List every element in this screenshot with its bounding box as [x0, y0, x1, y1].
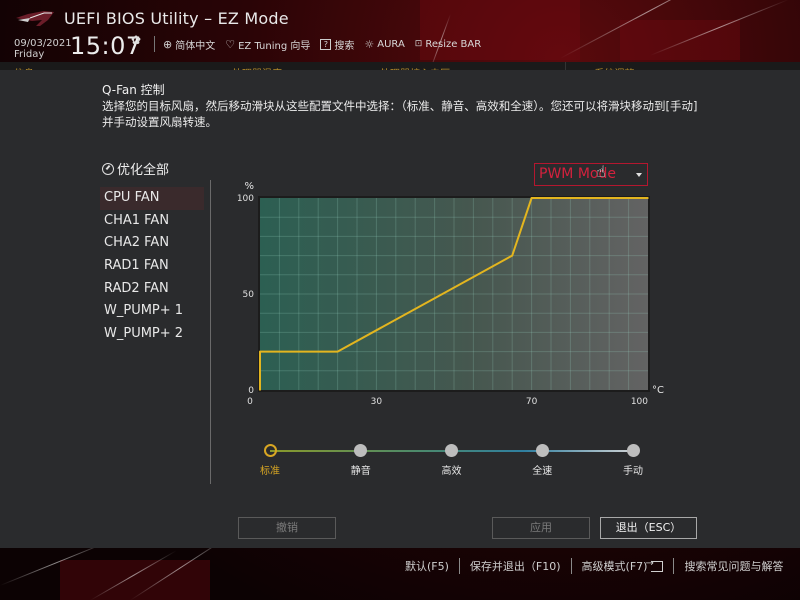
aura-button[interactable]: ☼ AURA	[364, 39, 404, 50]
x-tick-label: 30	[371, 397, 383, 407]
fan-curve-point	[259, 350, 261, 353]
profile-node[interactable]	[626, 444, 640, 457]
y-tick-label: 0	[248, 386, 254, 396]
fan-list-item[interactable]: CHA2 FAN	[100, 232, 204, 255]
date: 09/03/2021	[14, 38, 72, 49]
profile-label: 手动	[623, 466, 643, 477]
toolbar: ⊕ 简体中文 ♡ EZ Tuning 向导 ? 搜索 ☼ AURA ⊡ Resi…	[163, 37, 481, 52]
header-divider	[154, 36, 155, 52]
globe-icon: ⊕	[163, 38, 173, 51]
app-title: UEFI BIOS Utility – EZ Mode	[64, 9, 289, 28]
profile-label: 静音	[350, 466, 371, 477]
date-display: 09/03/2021 Friday	[14, 38, 72, 60]
profile-node[interactable]	[354, 444, 368, 457]
language-label: 简体中文	[175, 41, 216, 52]
fan-curve-point	[511, 254, 513, 257]
faq-search-label: 搜索常见问题与解答	[684, 560, 784, 573]
x-axis-label: °C	[652, 385, 664, 396]
ez-tuning-label: EZ Tuning 向导	[238, 41, 311, 52]
fan-profile-slider[interactable]: 标准 静音 高效 全速 手动	[240, 442, 660, 482]
exit-button[interactable]: 退出（ESC）	[600, 517, 697, 539]
footer-bar: 默认(F5) 保存并退出（F10) 高级模式(F7) 搜索常见问题与解答	[395, 558, 793, 574]
fan-list: CPU FAN CHA1 FAN CHA2 FAN RAD1 FAN RAD2 FAN W…	[100, 187, 204, 346]
optimize-all-label: 优化全部	[117, 163, 170, 178]
faq-search-button[interactable]: 搜索常见问题与解答	[674, 558, 793, 574]
x-tick-label: 0	[247, 397, 253, 407]
gear-icon[interactable]: ✿	[131, 33, 141, 47]
language-button[interactable]: ⊕ 简体中文	[163, 37, 215, 52]
aura-icon: ☼	[364, 38, 375, 51]
x-tick-label: 100	[631, 397, 648, 407]
fan-list-item[interactable]: W_PUMP+ 1	[100, 300, 204, 323]
resize-bar-label: Resize BAR	[425, 39, 482, 50]
rog-logo	[16, 11, 54, 26]
optimize-all-button[interactable]: 优化全部	[102, 159, 169, 178]
y-tick-label: 50	[243, 290, 255, 300]
advanced-mode-button[interactable]: 高级模式(F7)	[572, 558, 674, 574]
lightbulb-icon: ♡	[225, 38, 236, 51]
fan-curve-point	[259, 389, 261, 391]
fan-list-item[interactable]: RAD1 FAN	[100, 255, 204, 278]
fan-curve-point	[647, 197, 649, 199]
fan-list-item[interactable]: W_PUMP+ 2	[100, 323, 204, 346]
fan-curve-point	[336, 350, 339, 353]
profile-label: 高效	[441, 466, 462, 477]
save-exit-button[interactable]: 保存并退出（F10)	[460, 558, 571, 574]
fan-curve-chart[interactable]: 0 50 100 0 30 70 100% °C	[230, 170, 670, 420]
x-tick-label: 70	[526, 397, 538, 407]
fan-list-item[interactable]: CHA1 FAN	[100, 210, 204, 233]
resize-bar-button[interactable]: ⊡ Resize BAR	[415, 39, 481, 50]
profile-node[interactable]	[445, 444, 458, 457]
switch-mode-icon	[645, 558, 664, 572]
fan-list-item[interactable]: CPU FAN	[100, 187, 204, 210]
aura-label: AURA	[377, 39, 405, 50]
gauge-icon	[102, 162, 114, 175]
ez-tuning-button[interactable]: ♡ EZ Tuning 向导	[225, 37, 310, 52]
undo-button[interactable]: 撤销	[238, 517, 336, 539]
dialog-title: Q-Fan 控制	[102, 83, 165, 97]
fan-list-item[interactable]: RAD2 FAN	[100, 278, 204, 301]
apply-button[interactable]: 应用	[492, 517, 590, 539]
dialog-description: 选择您的目标风扇，然后移动滑块从这些配置文件中选择：（标准、静音、高效和全速）。…	[102, 99, 698, 129]
profile-label: 标准	[260, 466, 280, 477]
search-label: 搜索	[334, 41, 355, 52]
profile-label: 全速	[532, 466, 553, 477]
default-label: 默认(F5)	[405, 560, 449, 573]
y-tick-label: 100	[237, 194, 254, 204]
weekday: Friday	[14, 49, 45, 60]
profile-node[interactable]	[535, 444, 549, 457]
resize-bar-icon: ⊡	[414, 39, 423, 49]
default-button[interactable]: 默认(F5)	[395, 558, 459, 574]
advanced-mode-label: 高级模式(F7)	[581, 560, 648, 573]
question-icon: ?	[320, 39, 332, 50]
y-axis-label: %	[244, 181, 254, 192]
search-button[interactable]: ? 搜索	[320, 37, 354, 52]
background-decoration	[60, 560, 210, 600]
fan-curve-point	[530, 197, 533, 199]
panel-divider	[210, 180, 211, 484]
save-exit-label: 保存并退出（F10)	[469, 560, 561, 573]
qfan-dialog: Q-Fan 控制 选择您的目标风扇，然后移动滑块从这些配置文件中选择：（标准、静…	[0, 70, 800, 548]
profile-node[interactable]	[263, 444, 277, 457]
